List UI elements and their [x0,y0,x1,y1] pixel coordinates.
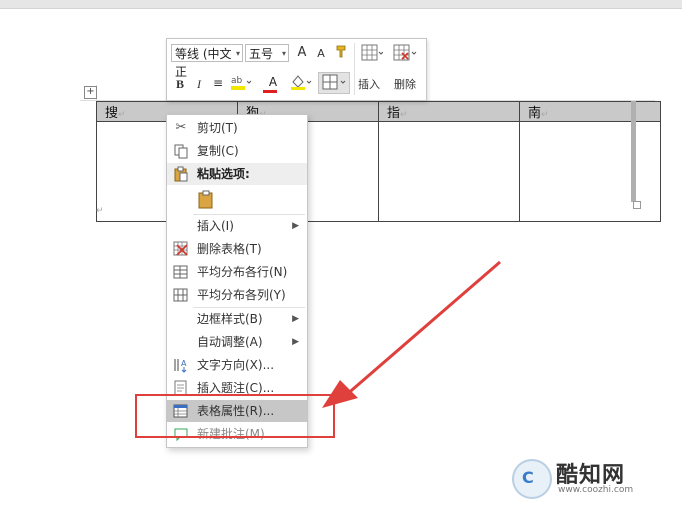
watermark: C 酷知网 www.coozhi.com [508,455,676,499]
annotation-arrow [322,260,501,408]
watermark-logo-icon: C [512,459,552,499]
watermark-url: www.coozhi.com [558,485,634,495]
